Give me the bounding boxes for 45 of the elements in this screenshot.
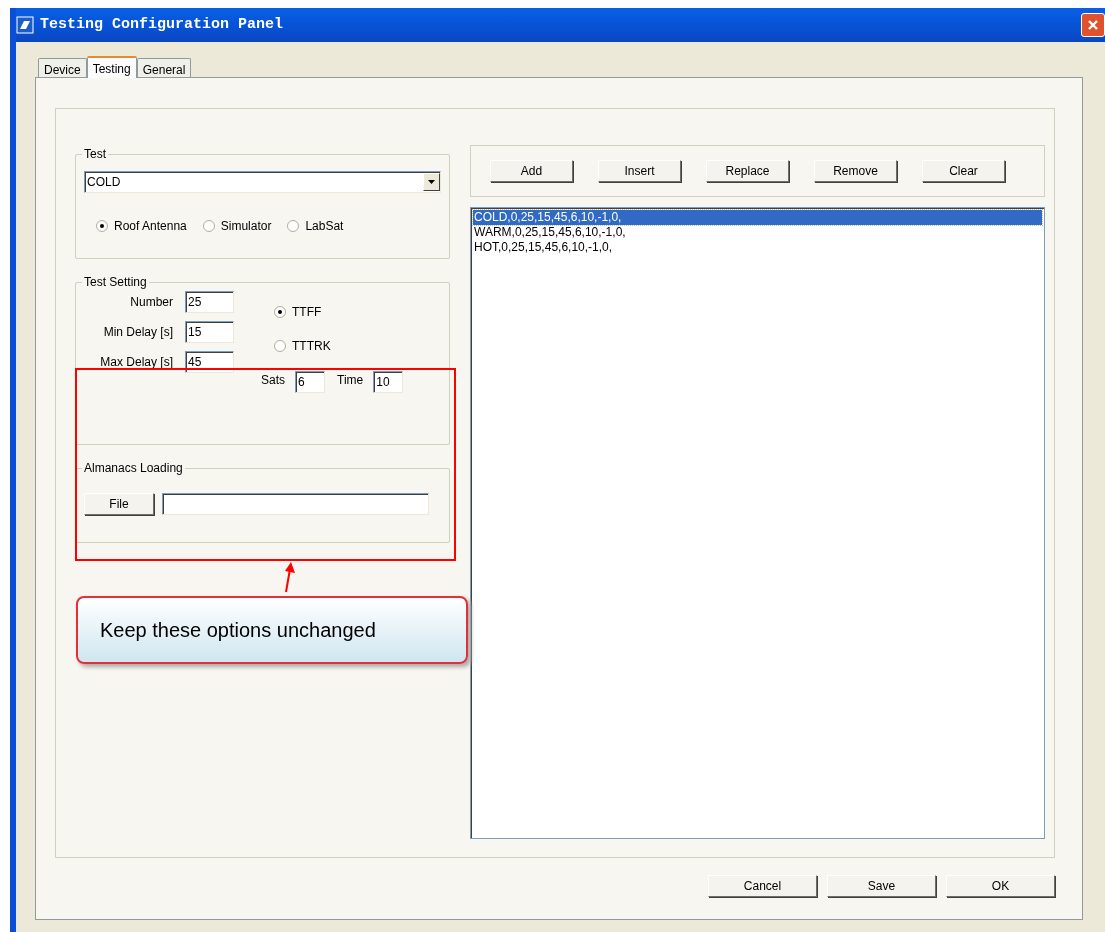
file-path-field[interactable] (162, 493, 429, 515)
field-label: Sats (261, 372, 285, 389)
list-item[interactable]: COLD,0,25,15,45,6,10,-1,0, (473, 210, 1042, 225)
group-title: Test Setting (83, 274, 148, 291)
radio-button[interactable] (96, 220, 108, 232)
field-label: Min Delay [s] (103, 324, 173, 341)
dialog-button[interactable]: Cancel (708, 875, 817, 897)
app-icon (16, 16, 34, 34)
file-button[interactable]: File (84, 493, 154, 515)
dialog-button[interactable]: OK (946, 875, 1055, 897)
radio-button[interactable] (274, 306, 286, 318)
input-field[interactable]: 6 (295, 371, 325, 393)
callout-box: Keep these options unchanged (76, 596, 468, 664)
input-field[interactable]: 10 (373, 371, 404, 393)
list-action-button[interactable]: Add (490, 160, 573, 182)
list-action-button[interactable]: Remove (814, 160, 897, 182)
dialog-button[interactable]: Save (827, 875, 936, 897)
close-button[interactable] (1081, 13, 1105, 37)
input-field[interactable]: 45 (185, 351, 234, 373)
dropdown-caret-icon (428, 180, 435, 184)
window-title: Testing Configuration Panel (40, 14, 284, 35)
list-item[interactable]: HOT,0,25,15,45,6,10,-1,0, (473, 240, 1042, 255)
radio-button[interactable] (202, 220, 215, 232)
field-label: Number (130, 294, 173, 311)
radio-button[interactable] (274, 340, 286, 352)
group-title: Almanacs Loading (83, 460, 184, 477)
radio-label: TTTRK (292, 338, 331, 355)
tab[interactable]: General (136, 58, 192, 77)
input-field[interactable]: 25 (185, 291, 234, 313)
input-field[interactable]: 15 (185, 321, 234, 343)
list-item[interactable]: WARM,0,25,15,45,6,10,-1,0, (473, 225, 1042, 240)
radio-label: Roof Antenna (114, 218, 187, 235)
list-action-button[interactable]: Insert (598, 160, 681, 182)
close-icon (1087, 19, 1099, 31)
group-title: Test (83, 146, 107, 163)
test-dropdown[interactable]: COLD (84, 171, 441, 193)
radio-button[interactable] (287, 220, 300, 232)
radio-label: Simulator (220, 218, 272, 235)
list-action-button[interactable]: Clear (922, 160, 1005, 182)
field-label: Time (337, 372, 364, 389)
tab[interactable]: Testing (86, 56, 137, 78)
list-action-button[interactable]: Replace (706, 160, 789, 182)
tab[interactable]: Device (38, 58, 87, 77)
radio-label: TTFF (292, 304, 322, 321)
radio-label: LabSat (305, 218, 344, 235)
